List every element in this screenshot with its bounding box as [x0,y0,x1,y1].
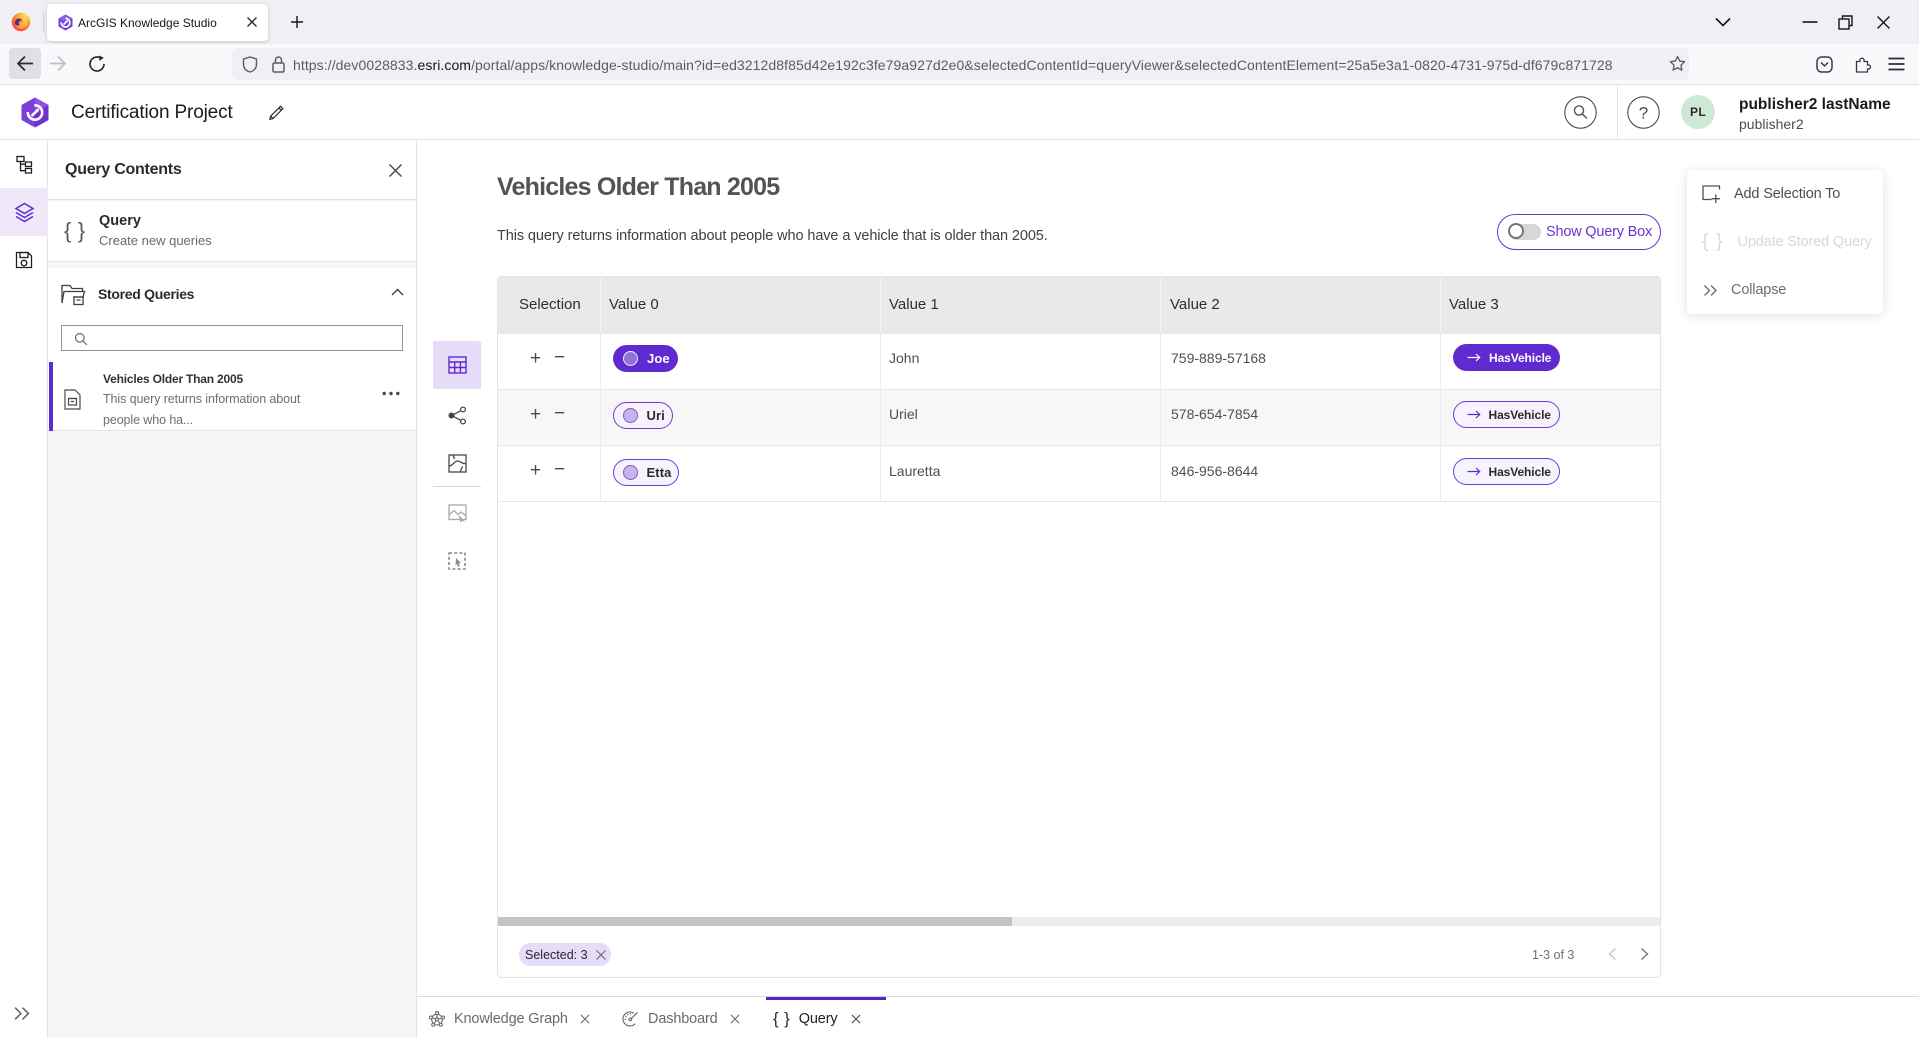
svg-text:?: ? [1639,104,1648,123]
